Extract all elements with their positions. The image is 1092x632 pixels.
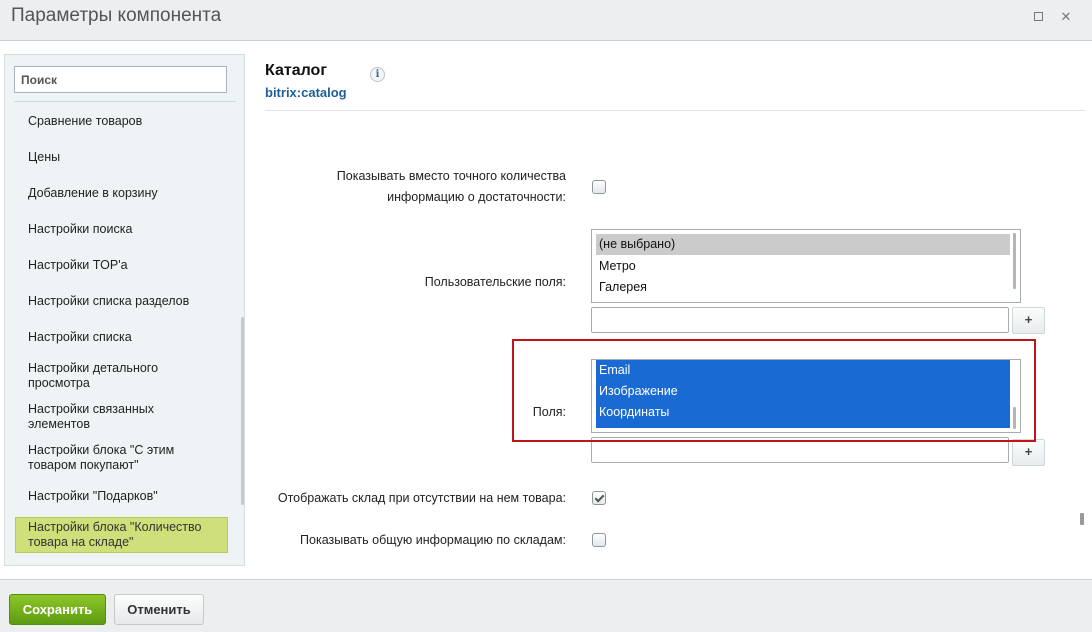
sidebar-item-also-bought-settings[interactable]: Настройки блока "С этим товаром покупают…	[28, 443, 218, 473]
header-divider	[265, 110, 1085, 111]
show-store-empty-label: Отображать склад при отсутствии на нем т…	[277, 491, 566, 505]
sidebar-item-detail-settings[interactable]: Настройки детального просмотра	[28, 361, 218, 391]
component-code: bitrix:catalog	[265, 85, 347, 100]
user-fields-option[interactable]: (не выбрано)	[596, 234, 1010, 255]
content-scrollbar[interactable]	[1080, 513, 1084, 525]
user-fields-label: Пользовательские поля:	[424, 275, 566, 289]
show-sufficiency-checkbox[interactable]	[592, 180, 606, 194]
search-input[interactable]	[14, 66, 227, 93]
cancel-button[interactable]: Отменить	[114, 594, 204, 625]
show-store-empty-checkbox[interactable]	[592, 491, 606, 505]
sidebar-item-search-settings[interactable]: Настройки поиска	[28, 222, 218, 237]
sidebar-scrollbar[interactable]	[241, 317, 244, 505]
window-title: Параметры компонента	[11, 5, 222, 26]
user-fields-option[interactable]: Галерея	[596, 277, 1010, 298]
component-title: Каталог	[265, 62, 327, 79]
fields-add-button[interactable]: +	[1012, 439, 1045, 466]
user-fields-select[interactable]: (не выбрано) Метро Галерея	[591, 229, 1021, 303]
sections-sidebar: Сравнение товаров Цены Добавление в корз…	[4, 54, 245, 566]
maximize-icon[interactable]	[1032, 11, 1044, 23]
save-button[interactable]: Сохранить	[9, 594, 106, 625]
user-fields-add-button[interactable]: +	[1012, 307, 1045, 334]
sidebar-item-gifts-settings[interactable]: Настройки "Подарков"	[28, 489, 218, 504]
user-fields-option[interactable]: Метро	[596, 256, 1010, 277]
sidebar-item-linked-settings[interactable]: Настройки связанных элементов	[28, 402, 218, 432]
user-fields-add-input[interactable]	[591, 307, 1009, 333]
window-titlebar: Параметры компонента ✕	[0, 0, 1092, 41]
dialog-footer: Сохранить Отменить	[0, 579, 1092, 632]
info-icon[interactable]: i	[370, 67, 385, 82]
sidebar-item-add-to-cart[interactable]: Добавление в корзину	[28, 186, 218, 201]
general-store-info-checkbox[interactable]	[592, 533, 606, 547]
annotation-highlight-box	[512, 339, 1036, 442]
show-sufficiency-label: Показывать вместо точного количества инф…	[336, 169, 566, 204]
close-icon[interactable]: ✕	[1060, 10, 1072, 23]
divider	[14, 101, 236, 102]
sidebar-item-compare[interactable]: Сравнение товаров	[28, 114, 218, 129]
sidebar-item-top-settings[interactable]: Настройки TOP'а	[28, 258, 218, 273]
sidebar-item-section-list-settings[interactable]: Настройки списка разделов	[28, 294, 218, 309]
sidebar-item-prices[interactable]: Цены	[28, 150, 218, 165]
user-fields-scrollbar[interactable]	[1013, 233, 1016, 289]
sidebar-item-store-amount-settings[interactable]: Настройки блока "Количество товара на ск…	[15, 517, 228, 553]
general-store-info-label: Показывать общую информацию по складам:	[300, 533, 566, 547]
sidebar-item-list-settings[interactable]: Настройки списка	[28, 330, 218, 345]
